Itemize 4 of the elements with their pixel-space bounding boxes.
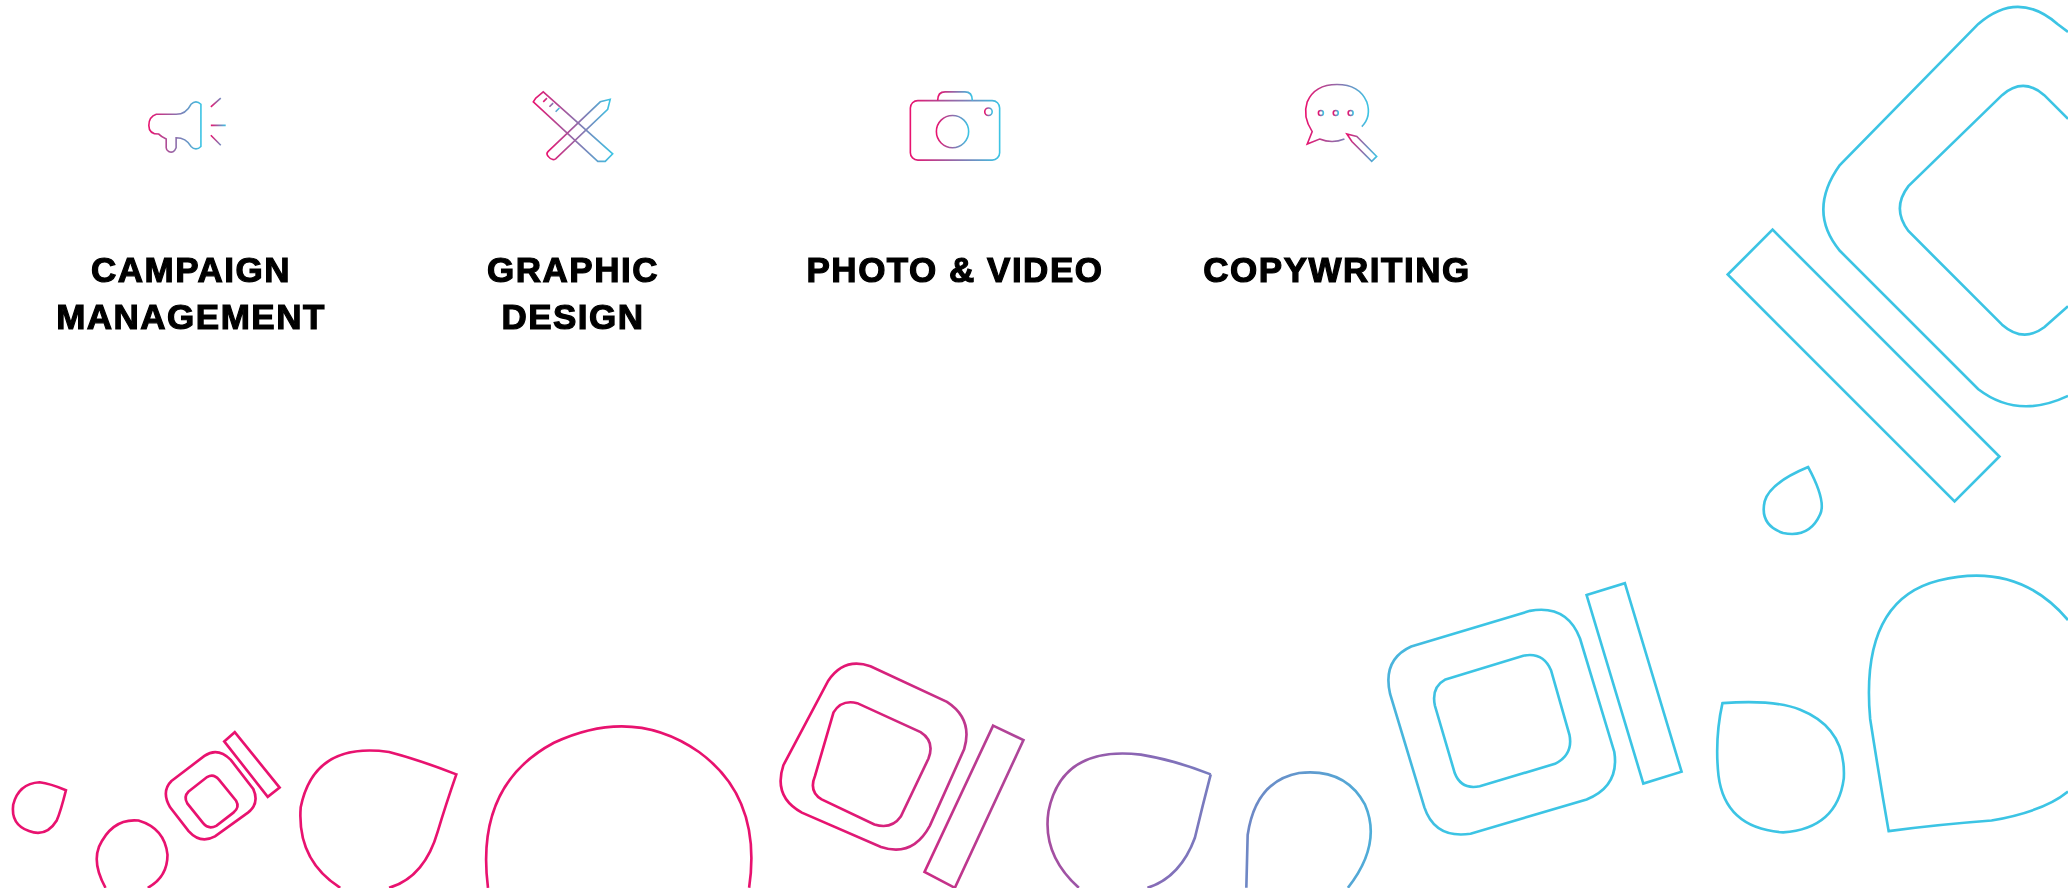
service-title: COPYWRITING — [1203, 249, 1471, 291]
service-title: GRAPHIC DESIGN — [487, 249, 659, 338]
service-title: CAMPAIGN MANAGEMENT — [56, 249, 326, 338]
service-title: PHOTO & VIDEO — [806, 249, 1104, 291]
